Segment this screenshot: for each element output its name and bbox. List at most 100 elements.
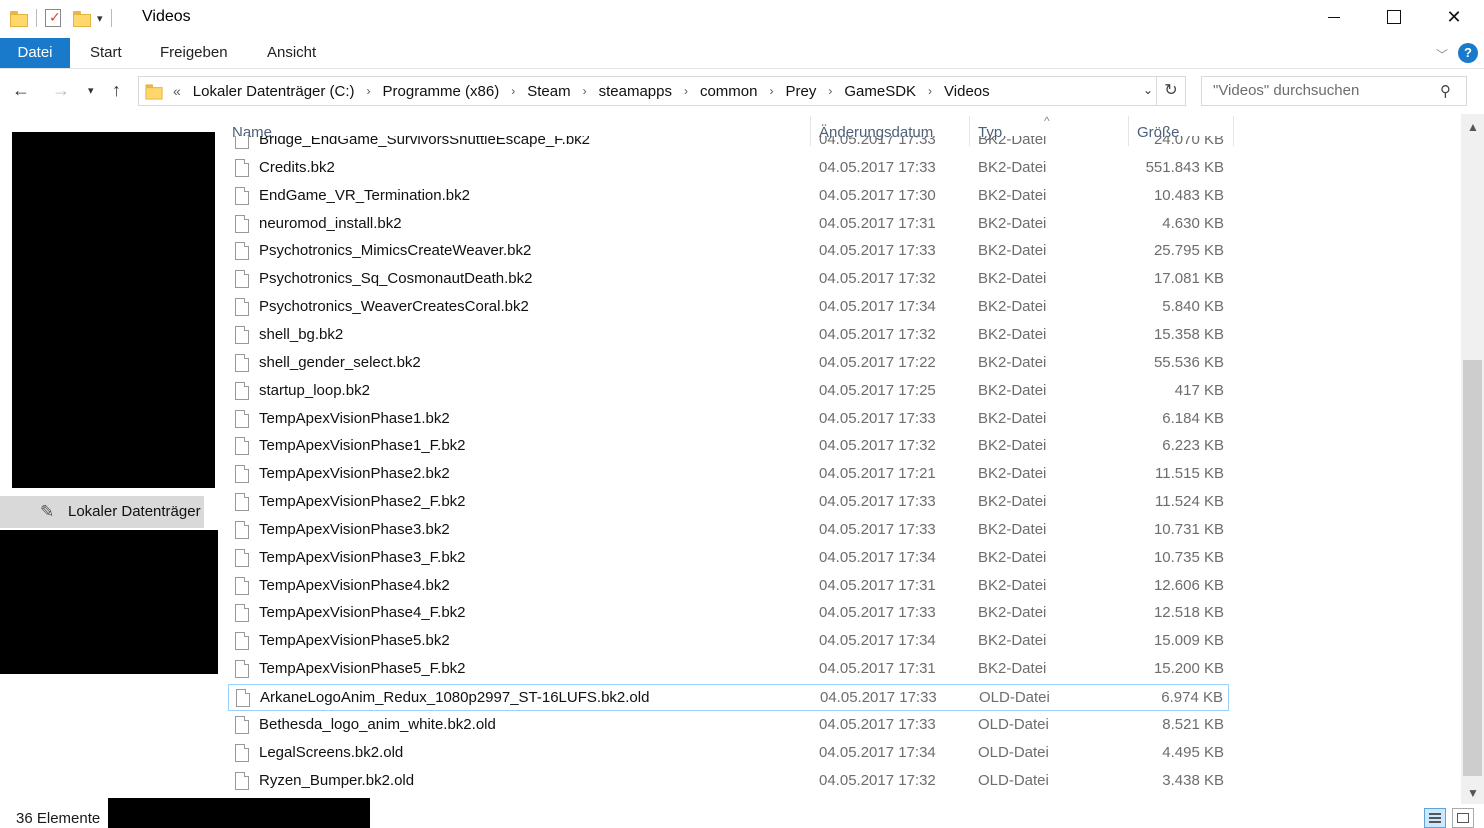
file-row[interactable]: TempApexVisionPhase1.bk2 04.05.2017 17:33…: [228, 406, 1229, 433]
redacted-region: [108, 798, 370, 828]
breadcrumb-overflow[interactable]: «: [173, 83, 181, 99]
file-row[interactable]: TempApexVisionPhase5_F.bk2 04.05.2017 17:…: [228, 656, 1229, 683]
vertical-scrollbar[interactable]: ▲ ▼: [1461, 114, 1484, 804]
file-row[interactable]: Ryzen_Bumper.bk2.old 04.05.2017 17:32 OLD-…: [228, 768, 1229, 795]
breadcrumb-chevron-icon[interactable]: ›: [511, 84, 515, 98]
file-row[interactable]: Bridge_EndGame_SurvivorsShuttleEscape_F.…: [228, 136, 1229, 154]
help-icon[interactable]: ?: [1458, 43, 1478, 63]
properties-icon[interactable]: ✓: [45, 9, 61, 27]
refresh-icon[interactable]: ↻: [1156, 77, 1185, 105]
folder-icon: [145, 82, 163, 100]
file-row[interactable]: Psychotronics_MimicsCreateWeaver.bk2 04.0…: [228, 238, 1229, 265]
file-icon: [235, 186, 249, 205]
breadcrumb-chevron-icon[interactable]: ›: [684, 84, 688, 98]
breadcrumb-item[interactable]: Videos: [944, 83, 990, 100]
up-arrow-icon[interactable]: ↑: [112, 80, 121, 101]
window-title: Videos: [142, 8, 191, 25]
file-row[interactable]: shell_gender_select.bk2 04.05.2017 17:22 B…: [228, 350, 1229, 377]
file-row[interactable]: neuromod_install.bk2 04.05.2017 17:31 BK2-…: [228, 211, 1229, 238]
file-row[interactable]: LegalScreens.bk2.old 04.05.2017 17:34 OLD-…: [228, 740, 1229, 767]
file-size: 6.184 KB: [1162, 409, 1224, 427]
search-input[interactable]: "Videos" durchsuchen: [1201, 76, 1467, 106]
nav-item-local-disk[interactable]: ✎ Lokaler Datenträger: [0, 496, 204, 528]
file-row[interactable]: TempApexVisionPhase3.bk2 04.05.2017 17:33…: [228, 517, 1229, 544]
breadcrumb-chevron-icon[interactable]: ›: [583, 84, 587, 98]
file-size: 10.731 KB: [1153, 520, 1224, 538]
details-view-button[interactable]: [1424, 808, 1446, 828]
scrollbar-thumb[interactable]: [1463, 360, 1482, 776]
scroll-up-icon[interactable]: ▲: [1467, 120, 1479, 134]
file-date: 04.05.2017 17:31: [819, 660, 936, 678]
scroll-down-icon[interactable]: ▼: [1467, 786, 1479, 800]
file-size: 10.483 KB: [1153, 186, 1224, 204]
file-size: 4.495 KB: [1162, 743, 1224, 761]
breadcrumb-item[interactable]: Prey: [786, 83, 817, 100]
breadcrumb-chevron-icon[interactable]: ›: [770, 84, 774, 98]
breadcrumb-chevron-icon[interactable]: ›: [367, 84, 371, 98]
file-row[interactable]: TempApexVisionPhase2.bk2 04.05.2017 17:21…: [228, 461, 1229, 488]
maximize-button[interactable]: [1364, 0, 1424, 34]
file-name: TempApexVisionPhase2_F.bk2: [259, 493, 466, 511]
file-row[interactable]: TempApexVisionPhase1_F.bk2 04.05.2017 17:…: [228, 433, 1229, 460]
file-name: TempApexVisionPhase2.bk2: [259, 465, 450, 483]
file-row[interactable]: EndGame_VR_Termination.bk2 04.05.2017 17:…: [228, 183, 1229, 210]
file-size: 12.518 KB: [1153, 604, 1224, 622]
file-date: 04.05.2017 17:33: [819, 604, 936, 622]
file-name: ArkaneLogoAnim_Redux_1080p2997_ST-16LUFS…: [260, 689, 650, 706]
search-icon[interactable]: ⚲: [1440, 82, 1476, 100]
tiles-view-button[interactable]: [1452, 808, 1474, 828]
file-size: 55.536 KB: [1153, 353, 1224, 371]
file-row[interactable]: TempApexVisionPhase4.bk2 04.05.2017 17:31…: [228, 573, 1229, 600]
file-type: BK2-Datei: [978, 325, 1047, 343]
file-date: 04.05.2017 17:34: [819, 632, 936, 650]
file-size: 15.358 KB: [1153, 325, 1224, 343]
tab-share[interactable]: Freigeben: [160, 38, 228, 68]
file-icon: [235, 743, 249, 762]
close-button[interactable]: ✕: [1424, 0, 1484, 34]
file-row[interactable]: ArkaneLogoAnim_Redux_1080p2997_ST-16LUFS…: [228, 684, 1229, 711]
back-arrow-icon[interactable]: ←: [12, 80, 30, 101]
file-row[interactable]: Psychotronics_WeaverCreatesCoral.bk2 04.0…: [228, 294, 1229, 321]
file-name: TempApexVisionPhase4.bk2: [259, 576, 450, 594]
tab-start[interactable]: Start: [90, 38, 122, 68]
forward-arrow-icon[interactable]: →: [52, 80, 70, 101]
file-type: BK2-Datei: [978, 437, 1047, 455]
minimize-icon: [1328, 16, 1340, 18]
maximize-icon: [1387, 10, 1401, 24]
minimize-button[interactable]: [1304, 0, 1364, 34]
file-size: 5.840 KB: [1162, 298, 1224, 316]
breadcrumb-item[interactable]: common: [700, 83, 758, 100]
file-size: 3.438 KB: [1162, 771, 1224, 789]
file-row[interactable]: Credits.bk2 04.05.2017 17:33 BK2-Datei 551.…: [228, 155, 1229, 182]
file-date: 04.05.2017 17:25: [819, 381, 936, 399]
file-date: 04.05.2017 17:34: [819, 298, 936, 316]
file-row[interactable]: TempApexVisionPhase2_F.bk2 04.05.2017 17:…: [228, 489, 1229, 516]
address-bar[interactable]: « Lokaler Datenträger (C:) › Programme (…: [138, 76, 1186, 106]
breadcrumb-item[interactable]: Lokaler Datenträger (C:): [193, 83, 355, 100]
file-row[interactable]: Bethesda_logo_anim_white.bk2.old 04.05.20…: [228, 712, 1229, 739]
file-row[interactable]: TempApexVisionPhase5.bk2 04.05.2017 17:34…: [228, 628, 1229, 655]
file-icon: [235, 520, 249, 539]
file-row[interactable]: TempApexVisionPhase3_F.bk2 04.05.2017 17:…: [228, 545, 1229, 572]
breadcrumb-chevron-icon[interactable]: ›: [928, 84, 932, 98]
file-row[interactable]: Psychotronics_Sq_CosmonautDeath.bk2 04.05…: [228, 266, 1229, 293]
tab-view[interactable]: Ansicht: [267, 38, 316, 68]
recent-locations-chevron-icon[interactable]: ▾: [88, 84, 94, 97]
file-row[interactable]: shell_bg.bk2 04.05.2017 17:32 BK2-Datei 15.…: [228, 322, 1229, 349]
breadcrumb-chevron-icon[interactable]: ›: [828, 84, 832, 98]
new-folder-icon[interactable]: [73, 9, 91, 27]
expand-ribbon-chevron-icon[interactable]: ﹀: [1436, 46, 1448, 63]
file-row[interactable]: TempApexVisionPhase4_F.bk2 04.05.2017 17:…: [228, 600, 1229, 627]
tab-file[interactable]: Datei: [0, 38, 70, 68]
file-row[interactable]: startup_loop.bk2 04.05.2017 17:25 BK2-Date…: [228, 378, 1229, 405]
address-history-chevron-icon[interactable]: ⌄: [1143, 83, 1153, 97]
quick-access-toolbar: ✓ ▾: [10, 6, 120, 30]
redacted-region: [0, 530, 218, 674]
breadcrumb-item[interactable]: GameSDK: [844, 83, 916, 100]
customize-toolbar-chevron-icon[interactable]: ▾: [97, 12, 103, 25]
file-type: OLD-Datei: [979, 689, 1050, 706]
breadcrumb-item[interactable]: steamapps: [599, 83, 672, 100]
breadcrumb-item[interactable]: Programme (x86): [383, 83, 500, 100]
breadcrumb-item[interactable]: Steam: [527, 83, 570, 100]
file-name: Psychotronics_Sq_CosmonautDeath.bk2: [259, 270, 533, 288]
